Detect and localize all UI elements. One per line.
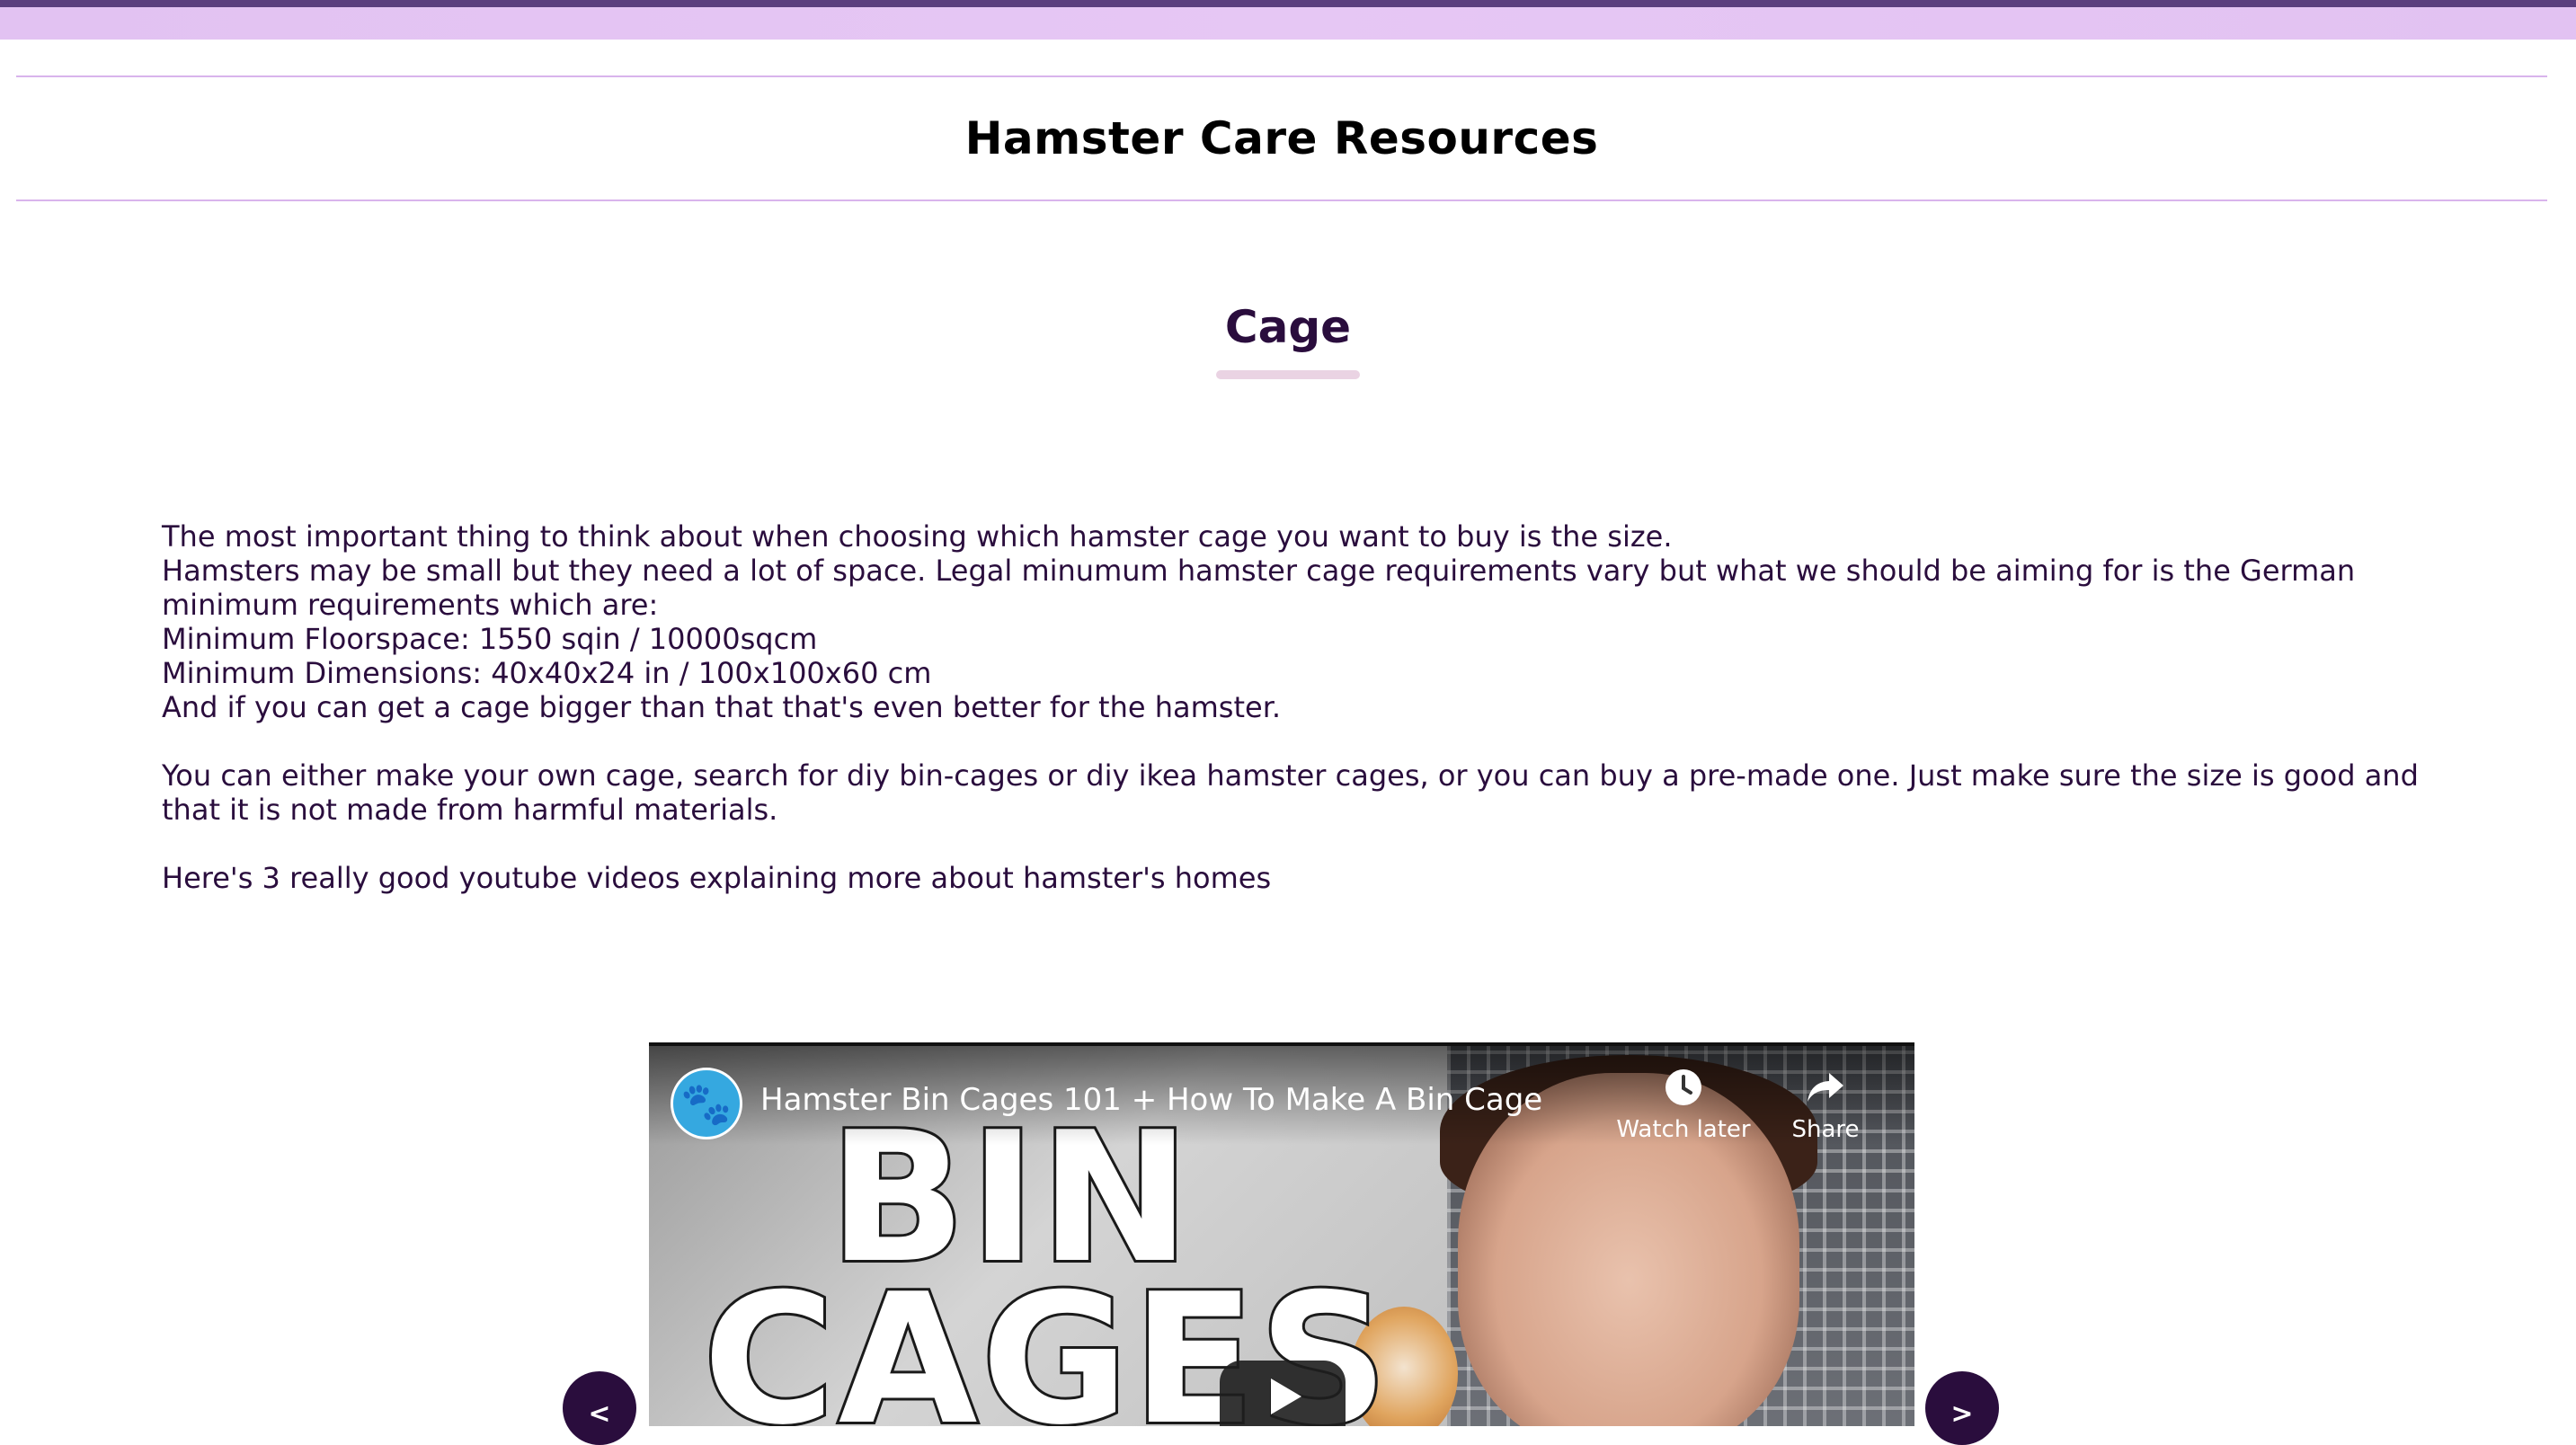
carousel-next-button[interactable]: > — [1925, 1371, 1999, 1445]
video-title[interactable]: Hamster Bin Cages 101 + How To Make A Bi… — [760, 1082, 1542, 1118]
play-button[interactable] — [1220, 1361, 1346, 1426]
carousel-prev-button[interactable]: < — [563, 1371, 636, 1445]
share-icon — [1808, 1073, 1843, 1102]
site-header: Hamster Care Resources — [16, 75, 2547, 201]
watch-later-button[interactable]: Watch later — [1607, 1068, 1760, 1143]
section-title: Cage — [1224, 301, 1352, 353]
watch-later-label: Watch later — [1616, 1116, 1751, 1143]
intro-line-3: Minimum Floorspace: 1550 sqin / 10000sqc… — [162, 622, 818, 656]
intro-line-2: Hamsters may be small but they need a lo… — [162, 554, 2356, 622]
intro-line-1: The most important thing to think about … — [162, 519, 1673, 554]
channel-avatar[interactable]: 🐾 — [671, 1068, 742, 1139]
share-button[interactable]: Share — [1749, 1068, 1902, 1143]
intro-line-5: And if you can get a cage bigger than th… — [162, 690, 1282, 724]
play-icon — [1271, 1379, 1301, 1414]
top-banner — [0, 7, 2576, 40]
paw-icon: 🐾 — [680, 1078, 733, 1128]
top-accent-bar — [0, 0, 2576, 7]
clock-icon — [1666, 1069, 1701, 1105]
section-heading: Cage — [0, 295, 2576, 379]
site-title: Hamster Care Resources — [964, 112, 1599, 164]
intro-line-4: Minimum Dimensions: 40x40x24 in / 100x10… — [162, 656, 932, 690]
youtube-video-embed[interactable]: BIN CAGES 🐾 Hamster Bin Cages 101 + How … — [649, 1042, 1914, 1426]
paragraph-diy: You can either make your own cage, searc… — [162, 758, 2419, 827]
content-text: The most important thing to think about … — [162, 519, 2427, 895]
paragraph-videos: Here's 3 really good youtube videos expl… — [162, 861, 1272, 895]
section-underline — [1216, 370, 1360, 379]
share-label: Share — [1791, 1116, 1860, 1143]
